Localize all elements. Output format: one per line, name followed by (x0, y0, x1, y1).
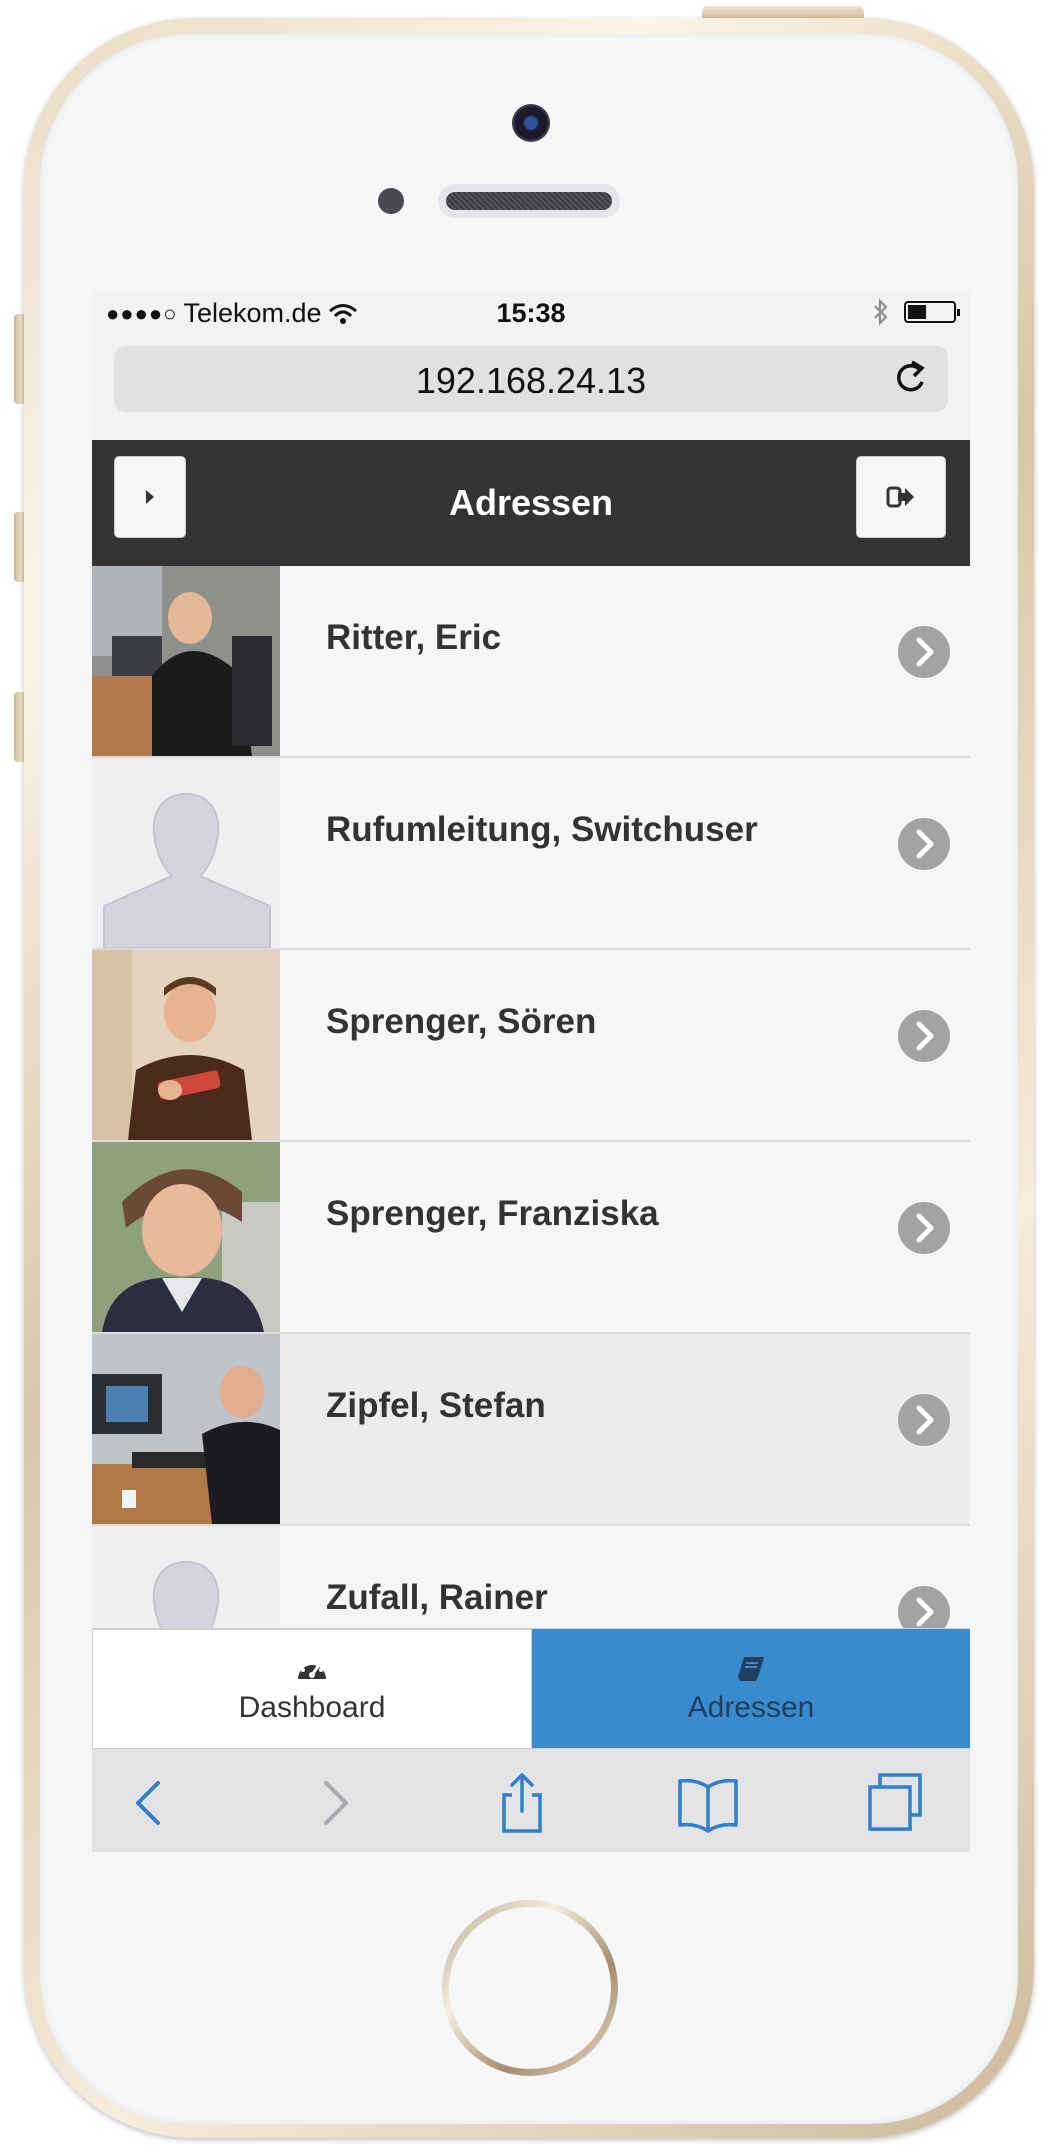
bookmarks-icon[interactable] (676, 1771, 740, 1835)
avatar (92, 758, 280, 948)
screen: ●●●●○ Telekom.de 15:38 192.168.24.13 Adr… (92, 290, 970, 1852)
contact-photo (92, 950, 280, 1140)
status-time: 15:38 (496, 298, 566, 328)
contact-list: Ritter, Eric Rufumleitung, Switchuser Sp… (92, 566, 970, 1718)
avatar (92, 1142, 280, 1332)
chevron-right-icon (898, 1010, 950, 1062)
chevron-right-icon (898, 818, 950, 870)
home-button[interactable] (442, 1900, 618, 2076)
logout-button[interactable] (856, 456, 946, 538)
contact-photo (92, 1334, 280, 1524)
battery-icon (904, 301, 960, 323)
placeholder-person-icon (92, 758, 280, 948)
avatar (92, 950, 280, 1140)
contact-name: Zufall, Rainer (326, 1578, 548, 1617)
contact-name: Sprenger, Franziska (326, 1194, 659, 1233)
status-bar: ●●●●○ Telekom.de 15:38 (92, 290, 970, 338)
status-right (872, 298, 960, 326)
tab-bar: Dashboard Adressen (92, 1628, 970, 1749)
earpiece-speaker (438, 184, 620, 218)
front-camera (512, 104, 550, 142)
forward-icon[interactable] (302, 1771, 366, 1835)
contact-name: Zipfel, Stefan (326, 1386, 546, 1425)
chevron-right-icon (898, 1394, 950, 1446)
contact-name: Sprenger, Sören (326, 1002, 597, 1041)
list-item[interactable]: Zipfel, Stefan (92, 1334, 970, 1526)
browser-toolbar (92, 1748, 970, 1852)
dashboard-gauge-icon (298, 1660, 326, 1679)
app-header: Adressen (92, 440, 970, 566)
contact-name: Ritter, Eric (326, 618, 502, 657)
contact-photo (92, 1142, 280, 1332)
contact-photo (92, 566, 280, 756)
device-mockup: ●●●●○ Telekom.de 15:38 192.168.24.13 Adr… (0, 0, 1044, 2148)
tab-dashboard[interactable]: Dashboard (92, 1629, 532, 1749)
contact-name: Rufumleitung, Switchuser (326, 810, 758, 849)
page-title: Adressen (448, 482, 614, 523)
url-text: 192.168.24.13 (415, 360, 647, 401)
avatar (92, 1334, 280, 1524)
address-bar[interactable]: 192.168.24.13 (114, 346, 948, 412)
list-item[interactable]: Rufumleitung, Switchuser (92, 758, 970, 950)
tab-dashboard-label: Dashboard (238, 1691, 386, 1724)
proximity-sensor (378, 188, 404, 214)
reload-icon[interactable] (890, 356, 930, 400)
list-item[interactable]: Sprenger, Franziska (92, 1142, 970, 1334)
list-item[interactable]: Ritter, Eric (92, 566, 970, 758)
tab-adressen[interactable]: Adressen (532, 1629, 970, 1749)
battery-level (908, 305, 926, 319)
list-item[interactable]: Sprenger, Sören (92, 950, 970, 1142)
back-icon[interactable] (118, 1771, 182, 1835)
sign-out-icon (886, 486, 914, 508)
tab-adressen-label: Adressen (687, 1691, 815, 1724)
bluetooth-icon (874, 298, 888, 326)
address-book-icon (738, 1657, 764, 1681)
chevron-right-icon (898, 626, 950, 678)
share-icon[interactable] (490, 1771, 554, 1835)
chevron-right-icon (898, 1202, 950, 1254)
avatar (92, 566, 280, 756)
tabs-icon[interactable] (862, 1771, 926, 1835)
